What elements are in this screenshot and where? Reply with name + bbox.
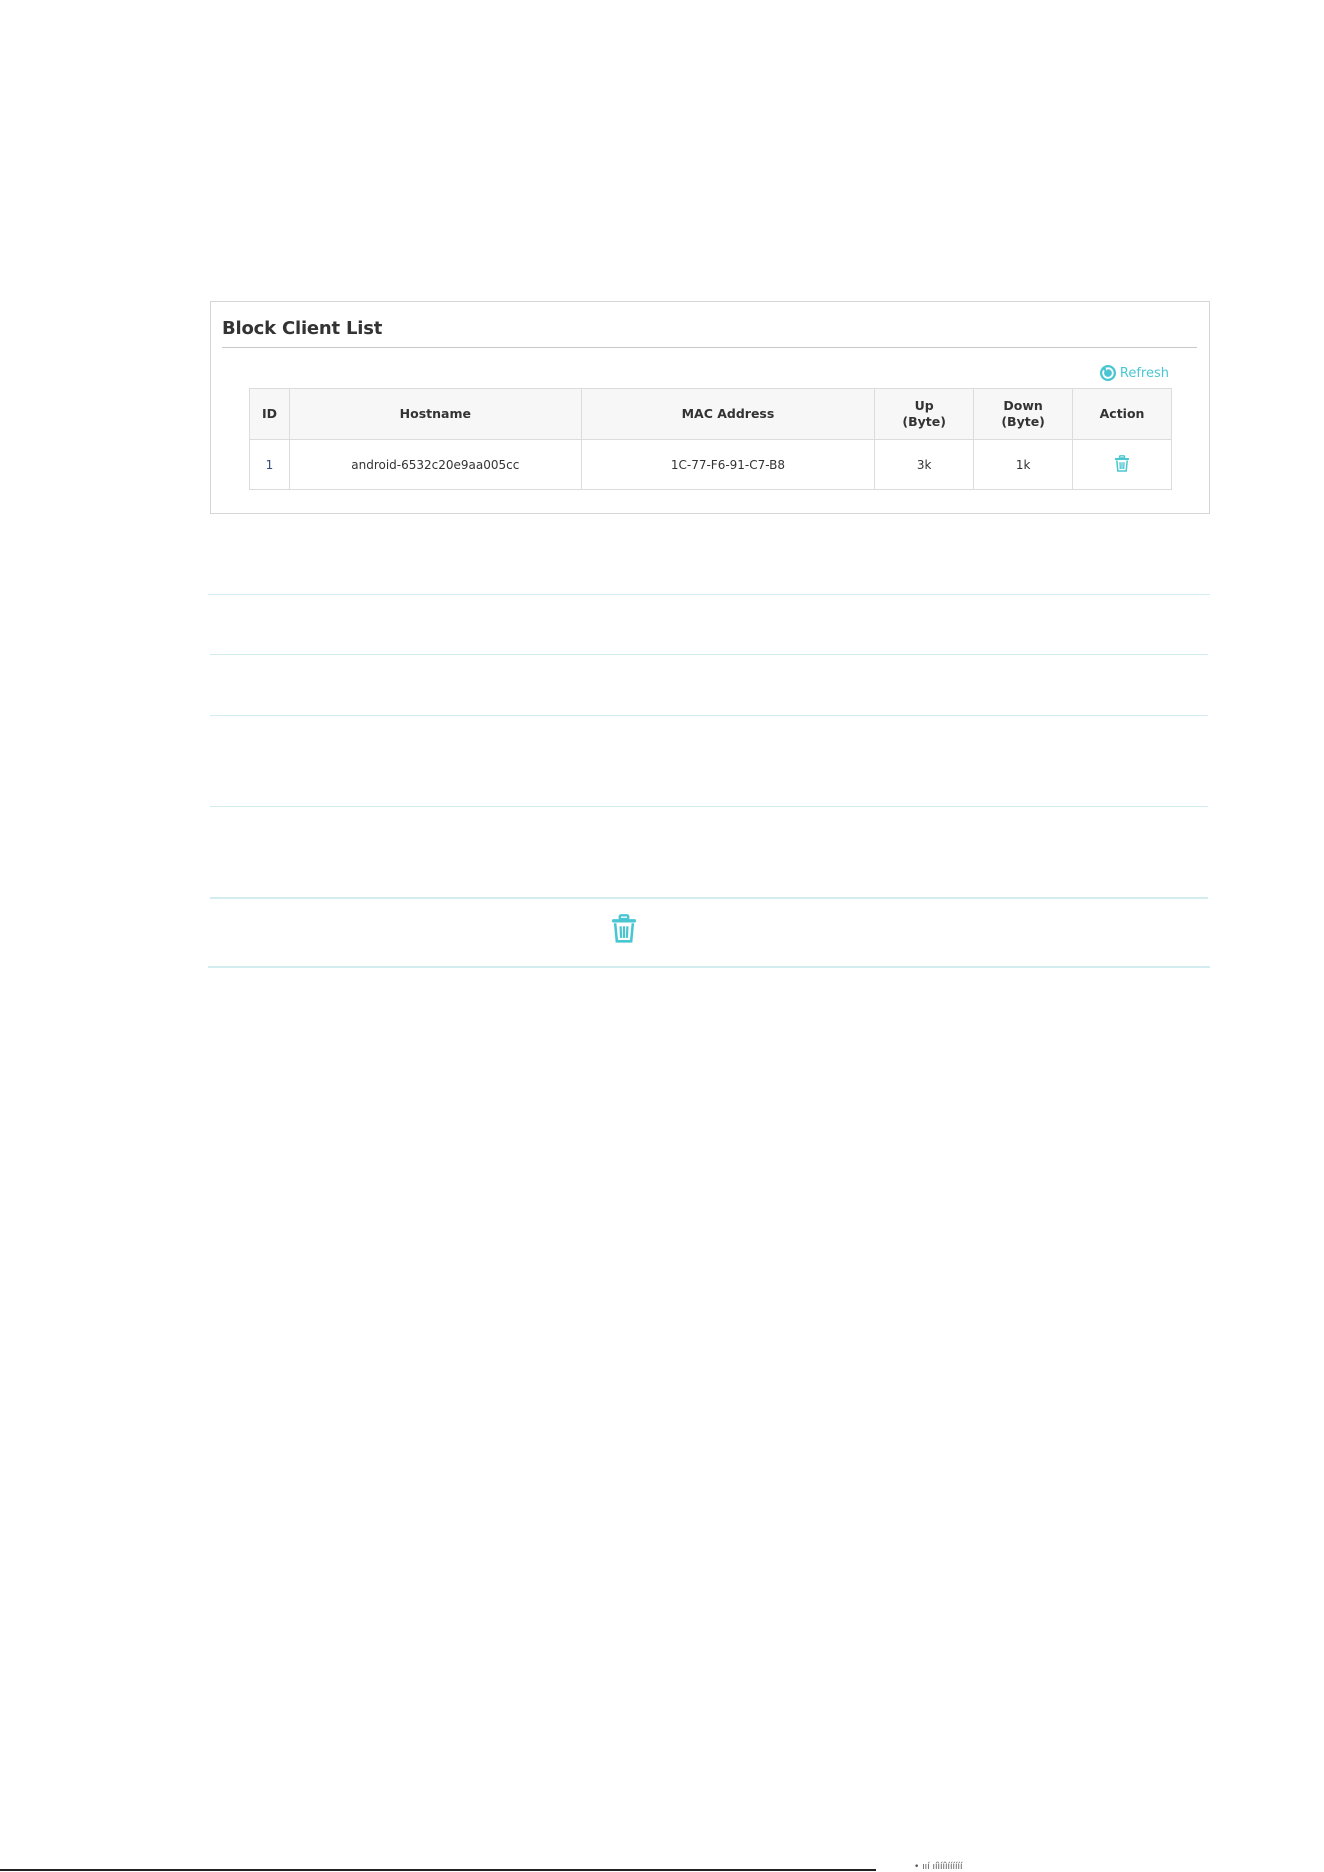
cell-down: 1k xyxy=(973,439,1074,490)
row-divider xyxy=(210,654,1208,655)
table-header-row: ID Hostname MAC Address Up (Byte) Down (… xyxy=(249,388,1172,440)
refresh-label: Refresh xyxy=(1119,365,1169,381)
row-divider xyxy=(210,715,1208,716)
panel-title: Block Client List xyxy=(222,318,383,339)
cell-up: 3k xyxy=(874,439,975,490)
trash-icon xyxy=(1114,454,1130,475)
row-divider xyxy=(208,594,1210,595)
cell-mac-address: 1C-77-F6-91-C7-B8 xyxy=(580,439,876,490)
column-header-up-label: Up xyxy=(914,398,934,413)
cell-action xyxy=(1072,439,1172,490)
row-divider xyxy=(210,806,1208,807)
column-header-id: ID xyxy=(249,388,290,440)
column-header-up: Up (Byte) xyxy=(874,388,975,440)
delete-icon-illustration xyxy=(610,914,638,947)
column-header-hostname: Hostname xyxy=(288,388,582,440)
title-divider xyxy=(222,347,1197,348)
column-header-action: Action xyxy=(1072,388,1172,440)
column-header-down-label: Down xyxy=(1003,398,1043,413)
refresh-button[interactable]: Refresh xyxy=(1099,364,1169,382)
row-divider xyxy=(208,966,1210,968)
column-header-down-unit: (Byte) xyxy=(1001,414,1045,429)
refresh-icon xyxy=(1099,364,1117,382)
delete-button[interactable] xyxy=(1114,454,1130,475)
footer-text: • ııí ıíìííìíííííí xyxy=(914,1862,963,1872)
cell-hostname: android-6532c20e9aa005cc xyxy=(288,439,582,490)
footer-rule xyxy=(0,1869,876,1871)
block-client-table: ID Hostname MAC Address Up (Byte) Down (… xyxy=(249,388,1172,490)
column-header-down: Down (Byte) xyxy=(973,388,1074,440)
table-row: 1 android-6532c20e9aa005cc 1C-77-F6-91-C… xyxy=(249,439,1172,490)
page: Block Client List Refresh ID Hostname MA… xyxy=(0,0,1324,1872)
column-header-mac-address: MAC Address xyxy=(580,388,876,440)
trash-icon xyxy=(610,914,638,947)
column-header-up-unit: (Byte) xyxy=(902,414,946,429)
block-client-list-panel: Block Client List Refresh ID Hostname MA… xyxy=(210,301,1210,514)
cell-id: 1 xyxy=(249,439,290,490)
row-divider xyxy=(210,897,1208,899)
